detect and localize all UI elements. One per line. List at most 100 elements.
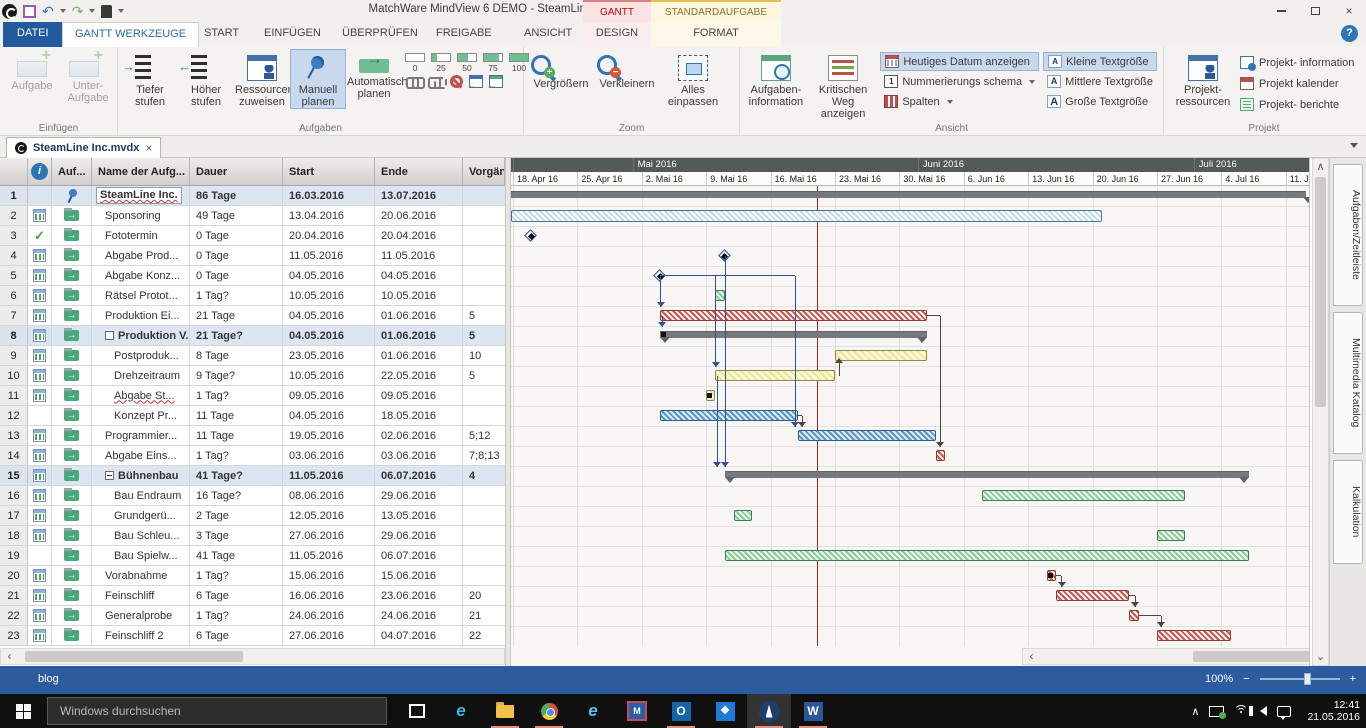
- tab-ueberpruefen[interactable]: ÜBERPRÜFEN: [330, 22, 430, 47]
- mindview-active-button[interactable]: [747, 694, 791, 728]
- scroll-down-icon[interactable]: ⌄: [1313, 649, 1328, 665]
- close-button[interactable]: ×: [1332, 0, 1366, 22]
- vertical-scroll-thumb[interactable]: [1315, 177, 1326, 407]
- unlink-tasks-icon[interactable]: [428, 76, 444, 88]
- tab-gantt-werkzeuge[interactable]: GANTT WERKZEUGE: [62, 22, 199, 47]
- summary-bar[interactable]: [511, 191, 1306, 198]
- redo-caret-icon[interactable]: [89, 9, 95, 13]
- tab-list-caret-icon[interactable]: [1350, 143, 1358, 148]
- milestone-diamond[interactable]: [525, 230, 537, 242]
- chart-horizontal-scrollbar[interactable]: ‹ ›: [1022, 648, 1310, 665]
- insert-column-icon[interactable]: [469, 75, 483, 88]
- table-row[interactable]: 14→Abgabe Eins...1 Tag?03.06.201603.06.2…: [0, 446, 505, 466]
- save-icon[interactable]: [23, 5, 36, 18]
- task-bar[interactable]: [660, 410, 798, 421]
- aufgabe-button[interactable]: Aufgabe: [4, 49, 60, 93]
- dropbox-button[interactable]: ❖: [703, 694, 747, 728]
- table-row[interactable]: 23→Feinschliff 26 Tage27.06.201604.07.20…: [0, 626, 505, 646]
- table-row[interactable]: 6→Rätsel Protot...1 Tag?10.05.201610.05.…: [0, 286, 505, 306]
- taskbar-clock[interactable]: 12:41 21.05.2016: [1301, 699, 1360, 723]
- task-bar[interactable]: [798, 430, 936, 441]
- tab-format[interactable]: FORMAT: [651, 22, 781, 47]
- task-bar[interactable]: [725, 550, 1249, 561]
- table-horizontal-scrollbar[interactable]: ‹: [0, 648, 505, 665]
- chart-vertical-scrollbar[interactable]: ∧ ⌄: [1312, 158, 1329, 666]
- table-row[interactable]: 8→Produktion V...21 Tage?04.05.201601.06…: [0, 326, 505, 346]
- vergroessern-button[interactable]: +Vergrößern: [528, 49, 594, 91]
- task-bar[interactable]: [734, 510, 752, 521]
- tab-einfuegen[interactable]: EINFÜGEN: [252, 22, 333, 47]
- table-scroll-thumb[interactable]: [25, 651, 243, 662]
- task-bar[interactable]: [715, 290, 724, 301]
- scroll-left-icon[interactable]: ‹: [1023, 649, 1040, 664]
- automatisch-planen-button[interactable]: Automatisch planen: [346, 49, 402, 101]
- table-row[interactable]: 17→Grundgerü...2 Tage12.05.201613.05.201…: [0, 506, 505, 526]
- collapse-box-icon[interactable]: [105, 471, 114, 480]
- task-bar[interactable]: [511, 210, 1102, 222]
- ressourcen-zuweisen-button[interactable]: Ressourcen zuweisen: [234, 49, 290, 109]
- table-row[interactable]: 22→Generalprobe1 Tag?24.06.201624.06.201…: [0, 606, 505, 626]
- projektinformation-button[interactable]: Projekt- information: [1240, 53, 1354, 72]
- projektkalender-button[interactable]: Projekt kalender: [1240, 74, 1354, 93]
- kritischen-weg-button[interactable]: Kritischen Weg anzeigen: [808, 49, 879, 121]
- chrome-button[interactable]: [527, 694, 571, 728]
- spalten-dropdown[interactable]: Spalten: [880, 92, 1039, 111]
- task-bar[interactable]: [936, 450, 945, 461]
- zoom-out-button[interactable]: −: [1243, 673, 1249, 685]
- document-close-icon[interactable]: ×: [145, 141, 152, 155]
- table-row[interactable]: 20→Vorabnahme1 Tag?15.06.201615.06.2016: [0, 566, 505, 586]
- document-tab[interactable]: SteamLine Inc.mvdx ×: [6, 137, 161, 158]
- word-button[interactable]: W: [791, 694, 835, 728]
- unteraufgabe-button[interactable]: Unter-Aufgabe: [60, 49, 116, 105]
- collapse-box-icon[interactable]: [105, 331, 114, 340]
- link-tasks-icon[interactable]: [406, 76, 422, 88]
- table-row[interactable]: 5→Abgabe Konz...0 Tage04.05.201604.05.20…: [0, 266, 505, 286]
- table-row[interactable]: 9→Postproduk...8 Tage23.05.201601.06.201…: [0, 346, 505, 366]
- table-row[interactable]: 19→Bau Spielw...41 Tage11.05.201606.07.2…: [0, 546, 505, 566]
- table-row[interactable]: 16→Bau Endraum16 Tage?08.06.201629.06.20…: [0, 486, 505, 506]
- table-row[interactable]: 10→Drehzeitraum9 Tage?10.05.201622.05.20…: [0, 366, 505, 386]
- start-button[interactable]: [0, 694, 46, 728]
- aufgabeninformation-button[interactable]: Aufgaben-information: [744, 49, 808, 109]
- qat-customize-caret-icon[interactable]: [118, 9, 124, 13]
- sidetab-kalkulation[interactable]: Kalkulation: [1333, 460, 1363, 564]
- alles-einpassen-button[interactable]: Alles einpassen: [660, 49, 726, 109]
- pointer-tool-icon[interactable]: [101, 5, 112, 18]
- projektressourcen-button[interactable]: Projekt-ressourcen: [1168, 49, 1238, 109]
- kleine-textgroesse-button[interactable]: AKleine Textgröße: [1043, 52, 1157, 71]
- tab-ansicht[interactable]: ANSICHT: [512, 22, 584, 47]
- file-explorer-button[interactable]: [483, 694, 527, 728]
- progress-0-button[interactable]: 0: [404, 53, 426, 73]
- tab-datei[interactable]: DATEI: [3, 22, 63, 47]
- table-row[interactable]: 13→Programmier...11 Tage19.05.201602.06.…: [0, 426, 505, 446]
- table-row[interactable]: 18→Bau Schleu...3 Tage27.06.201629.06.20…: [0, 526, 505, 546]
- table-row[interactable]: 11→Abgabe St...1 Tag?09.05.201609.05.201…: [0, 386, 505, 406]
- tab-design[interactable]: DESIGN: [583, 22, 651, 47]
- table-row[interactable]: 4→Abgabe Prod...0 Tage11.05.201611.05.20…: [0, 246, 505, 266]
- undo-caret-icon[interactable]: [60, 9, 66, 13]
- table-row[interactable]: 2→Sponsoring49 Tage13.04.201620.06.2016: [0, 206, 505, 226]
- task-bar[interactable]: [1129, 610, 1138, 621]
- mindview-demo-button[interactable]: M: [615, 694, 659, 728]
- chart-scroll-thumb[interactable]: [1193, 651, 1310, 662]
- wifi-icon[interactable]: [1234, 705, 1250, 717]
- progress-50-button[interactable]: 50: [456, 53, 478, 73]
- redo-icon[interactable]: ↷: [72, 4, 84, 18]
- table-row[interactable]: 21→Feinschliff6 Tage16.06.201623.06.2016…: [0, 586, 505, 606]
- projektberichte-button[interactable]: Projekt- berichte: [1240, 95, 1354, 114]
- insert-calendar-column-icon[interactable]: [489, 75, 503, 88]
- task-bar[interactable]: [1056, 590, 1130, 601]
- hoeher-stufen-button[interactable]: Höher stufen: [178, 49, 234, 109]
- scroll-left-icon[interactable]: ‹: [1, 649, 18, 664]
- minimize-button[interactable]: [1264, 0, 1298, 22]
- table-row[interactable]: 7→Produktion Ei...21 Tage04.05.201601.06…: [0, 306, 505, 326]
- tab-start[interactable]: START: [192, 22, 251, 47]
- action-center-icon[interactable]: [1277, 706, 1291, 717]
- task-bar[interactable]: [715, 370, 835, 381]
- task-bar[interactable]: [982, 490, 1184, 501]
- help-icon[interactable]: ?: [1341, 25, 1358, 42]
- sidetab-multimedia-katalog[interactable]: Multimedia Katalog: [1333, 312, 1363, 454]
- progress-75-button[interactable]: 75: [482, 53, 504, 73]
- task-bar[interactable]: [1157, 630, 1231, 641]
- manuell-planen-button[interactable]: Manuell planen: [290, 49, 346, 109]
